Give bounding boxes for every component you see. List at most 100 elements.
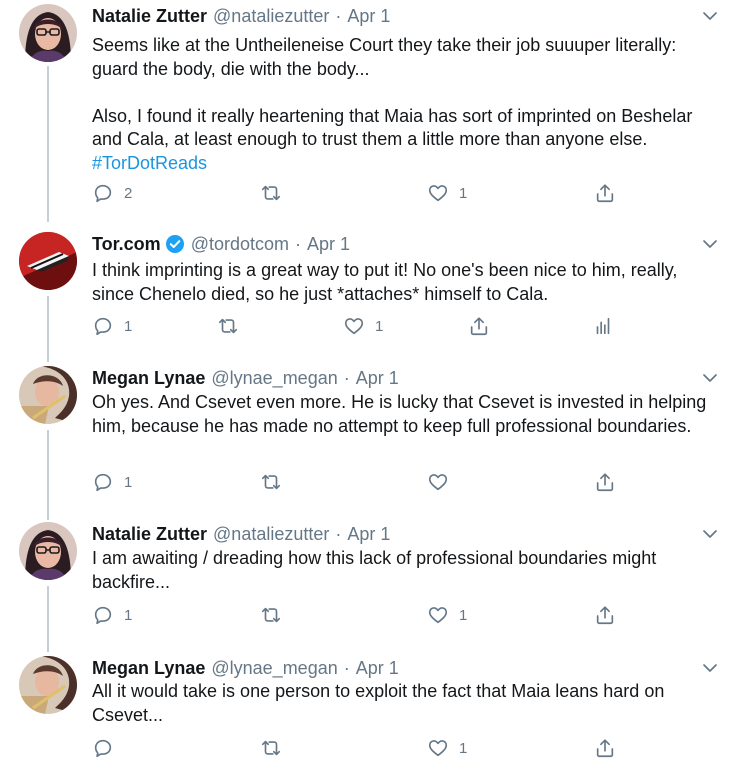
- tweet-paragraph: Also, I found it really heartening that …: [92, 105, 717, 176]
- like-button[interactable]: 1: [427, 604, 467, 626]
- chevron-down-icon[interactable]: [702, 8, 718, 24]
- tweet-actions: 1: [92, 471, 632, 497]
- tweet[interactable]: Natalie Zutter @nataliezutter · Apr 1 Se…: [0, 2, 740, 214]
- tweet[interactable]: Natalie Zutter @nataliezutter · Apr 1 I …: [0, 520, 740, 638]
- author-handle[interactable]: @lynae_megan: [211, 656, 337, 680]
- author-handle[interactable]: @lynae_megan: [211, 366, 337, 390]
- reply-button[interactable]: 1: [92, 471, 132, 493]
- reply-icon: [92, 737, 114, 759]
- like-button[interactable]: 1: [343, 315, 383, 337]
- retweet-button[interactable]: [217, 315, 249, 337]
- tweet-date[interactable]: Apr 1: [347, 522, 390, 546]
- retweet-button[interactable]: [260, 182, 292, 204]
- avatar[interactable]: [19, 232, 77, 290]
- chevron-down-icon[interactable]: [702, 370, 718, 386]
- retweet-icon: [217, 315, 239, 337]
- tweet-header: Natalie Zutter @nataliezutter · Apr 1: [92, 4, 390, 28]
- separator: ·: [335, 524, 342, 544]
- share-icon: [594, 737, 616, 759]
- like-count: 1: [459, 184, 468, 202]
- separator: ·: [343, 368, 350, 388]
- avatar[interactable]: [19, 656, 77, 714]
- tweet[interactable]: Tor.com @tordotcom · Apr 1 I think impri…: [0, 230, 740, 352]
- share-icon: [594, 182, 616, 204]
- author-name[interactable]: Tor.com: [92, 232, 161, 256]
- retweet-icon: [260, 737, 282, 759]
- reply-count: 1: [124, 317, 133, 335]
- retweet-icon: [260, 471, 282, 493]
- author-handle[interactable]: @tordotcom: [191, 232, 289, 256]
- tweet-text: Seems like at the Untheileneise Court th…: [92, 34, 717, 175]
- share-button[interactable]: [594, 471, 616, 493]
- hashtag-link[interactable]: #TorDotReads: [92, 153, 207, 173]
- avatar[interactable]: [19, 4, 77, 62]
- analytics-icon: [592, 315, 614, 337]
- retweet-button[interactable]: [260, 471, 292, 493]
- tweet-paragraph: I am awaiting / dreading how this lack o…: [92, 548, 657, 592]
- like-button[interactable]: [427, 471, 459, 493]
- retweet-button[interactable]: [260, 737, 292, 759]
- reply-icon: [92, 604, 114, 626]
- tweet-actions: 2 1: [92, 182, 632, 208]
- tweet[interactable]: Megan Lynae @lynae_megan · Apr 1 All it …: [0, 654, 740, 774]
- reply-count: 1: [124, 606, 133, 624]
- like-icon: [343, 315, 365, 337]
- retweet-icon: [260, 182, 282, 204]
- reply-button[interactable]: 1: [92, 315, 132, 337]
- share-button[interactable]: [594, 737, 616, 759]
- author-name[interactable]: Megan Lynae: [92, 366, 205, 390]
- share-icon: [594, 604, 616, 626]
- author-name[interactable]: Megan Lynae: [92, 656, 205, 680]
- chevron-down-icon[interactable]: [702, 236, 718, 252]
- author-handle[interactable]: @nataliezutter: [213, 4, 329, 28]
- author-name[interactable]: Natalie Zutter: [92, 522, 207, 546]
- like-button[interactable]: 1: [427, 737, 467, 759]
- like-button[interactable]: 1: [427, 182, 467, 204]
- tweet-date[interactable]: Apr 1: [356, 366, 399, 390]
- share-button[interactable]: [468, 315, 490, 337]
- share-button[interactable]: [594, 604, 616, 626]
- conversation-thread: Natalie Zutter @nataliezutter · Apr 1 Se…: [0, 0, 740, 775]
- chevron-down-icon[interactable]: [702, 660, 718, 676]
- reply-icon: [92, 471, 114, 493]
- tweet[interactable]: Megan Lynae @lynae_megan · Apr 1 Oh yes.…: [0, 364, 740, 509]
- reply-button[interactable]: 2: [92, 182, 132, 204]
- share-button[interactable]: [594, 182, 616, 204]
- tweet-paragraph: All it would take is one person to explo…: [92, 681, 665, 725]
- like-count: 1: [459, 739, 468, 757]
- separator: ·: [335, 6, 342, 26]
- tweet-date[interactable]: Apr 1: [347, 4, 390, 28]
- author-name[interactable]: Natalie Zutter: [92, 4, 207, 28]
- avatar[interactable]: [19, 522, 77, 580]
- reply-count: 2: [124, 184, 133, 202]
- analytics-button[interactable]: [592, 315, 614, 337]
- tweet-paragraph: Seems like at the Untheileneise Court th…: [92, 35, 677, 79]
- tweet-header: Megan Lynae @lynae_megan · Apr 1: [92, 366, 399, 390]
- reply-icon: [92, 315, 114, 337]
- share-icon: [468, 315, 490, 337]
- tweet-header: Natalie Zutter @nataliezutter · Apr 1: [92, 522, 390, 546]
- reply-button[interactable]: [92, 737, 124, 759]
- avatar[interactable]: [19, 366, 77, 424]
- separator: ·: [295, 234, 301, 254]
- tweet-paragraph: Oh yes. And Csevet even more. He is luck…: [92, 392, 707, 436]
- tweet-header: Megan Lynae @lynae_megan · Apr 1: [92, 656, 399, 680]
- tweet-paragraph-text: Also, I found it really heartening that …: [92, 105, 693, 150]
- tweet-date[interactable]: Apr 1: [356, 656, 399, 680]
- tweet-paragraph: I think imprinting is a great way to put…: [92, 260, 678, 304]
- chevron-down-icon[interactable]: [702, 526, 718, 542]
- verified-badge-icon: [165, 234, 185, 254]
- like-icon: [427, 604, 449, 626]
- tweet-actions: 1: [92, 737, 632, 763]
- author-handle[interactable]: @nataliezutter: [213, 522, 329, 546]
- like-count: 1: [375, 317, 384, 335]
- tweet-actions: 1 1: [92, 315, 632, 341]
- reply-icon: [92, 182, 114, 204]
- like-icon: [427, 737, 449, 759]
- retweet-button[interactable]: [260, 604, 292, 626]
- tweet-text: I think imprinting is a great way to put…: [92, 259, 717, 306]
- reply-button[interactable]: 1: [92, 604, 132, 626]
- tweet-actions: 1 1: [92, 604, 632, 630]
- tweet-date[interactable]: Apr 1: [307, 232, 350, 256]
- share-icon: [594, 471, 616, 493]
